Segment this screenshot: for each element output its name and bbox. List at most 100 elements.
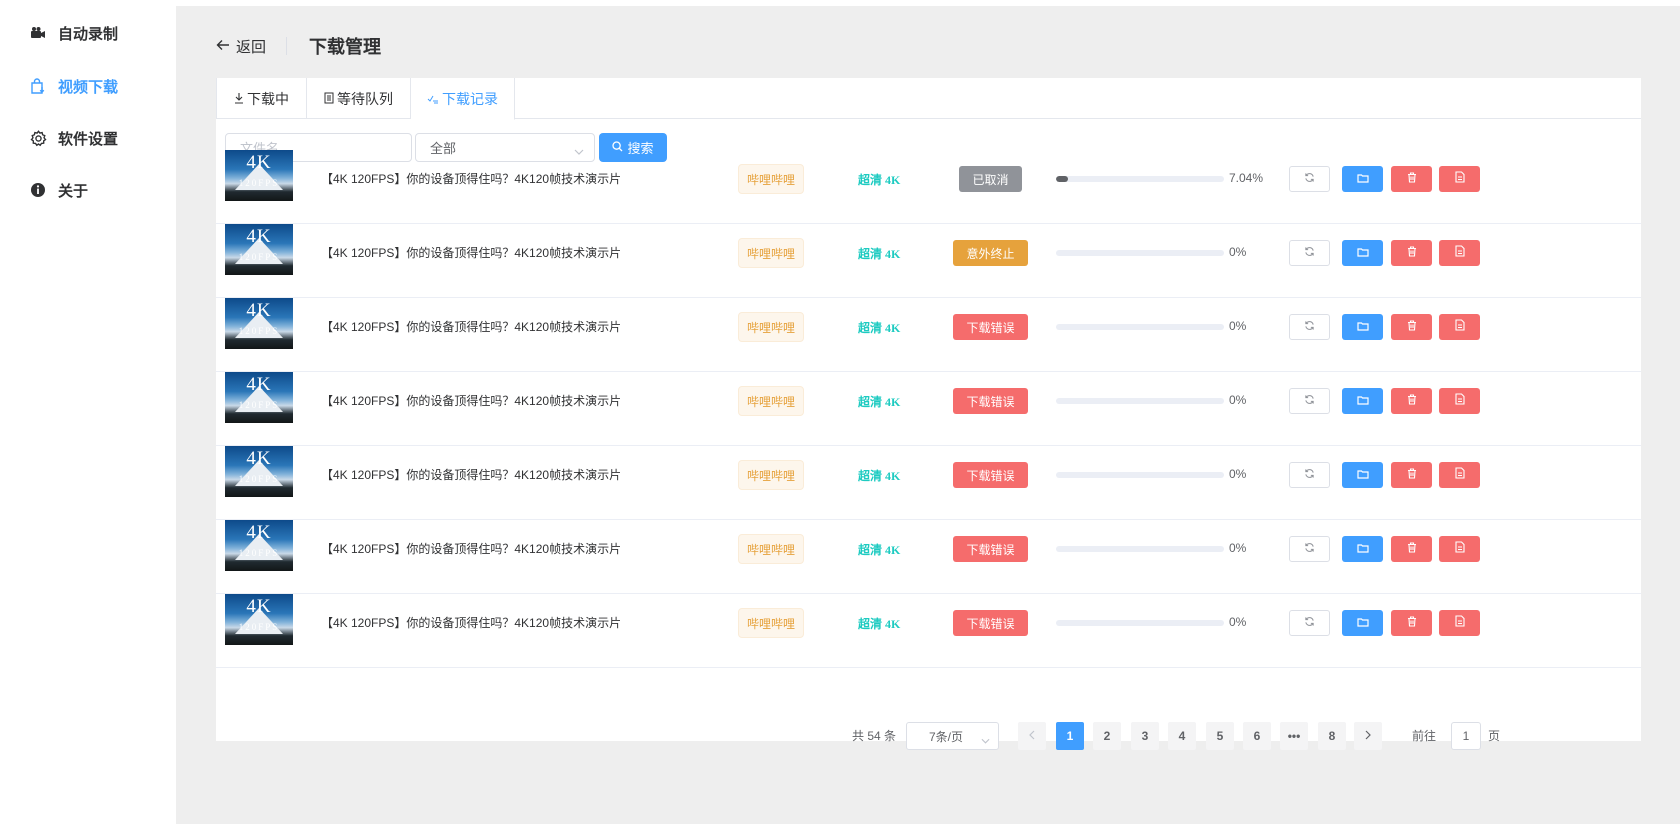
retry-button[interactable] <box>1289 388 1330 414</box>
refresh-icon <box>1304 466 1315 484</box>
sidebar-item-video-download[interactable]: 视频下载 <box>28 72 118 100</box>
page-number-button[interactable]: 8 <box>1318 722 1346 750</box>
refresh-icon <box>1304 244 1315 262</box>
site-tag: 哔哩哔哩 <box>738 238 804 268</box>
site-tag: 哔哩哔哩 <box>738 386 804 416</box>
video-thumbnail: 4K 120FPS <box>225 298 293 349</box>
status-badge: 已取消 <box>959 166 1022 192</box>
file-icon <box>1454 540 1465 558</box>
open-folder-button[interactable] <box>1342 536 1383 562</box>
page-number-button[interactable]: 5 <box>1206 722 1234 750</box>
folder-icon <box>1356 170 1369 188</box>
delete-button[interactable] <box>1391 610 1432 636</box>
open-file-button[interactable] <box>1439 536 1480 562</box>
page-ellipsis-button[interactable]: ••• <box>1280 722 1308 750</box>
delete-button[interactable] <box>1391 536 1432 562</box>
retry-button[interactable] <box>1289 536 1330 562</box>
table-row: 4K 120FPS 【4K 120FPS】你的设备顶得住吗？4K120帧技术演示片 哔… <box>216 520 1641 594</box>
site-tag: 哔哩哔哩 <box>738 460 804 490</box>
refresh-icon <box>1304 392 1315 410</box>
camera-icon <box>28 23 48 43</box>
quality-label: 超清 4K <box>858 321 901 335</box>
open-file-button[interactable] <box>1439 314 1480 340</box>
status-badge: 下载错误 <box>953 314 1028 340</box>
progress-percent: 0% <box>1229 615 1247 629</box>
folder-icon <box>1356 244 1369 262</box>
video-title: 【4K 120FPS】你的设备顶得住吗？4K120帧技术演示片 <box>321 542 622 556</box>
open-folder-button[interactable] <box>1342 314 1383 340</box>
open-folder-button[interactable] <box>1342 388 1383 414</box>
sidebar-item-about[interactable]: 关于 <box>28 176 88 204</box>
tab-waiting-queue[interactable]: 等待队列 <box>307 78 411 119</box>
page-size-select[interactable]: 7条/页 <box>906 722 999 750</box>
page-number-button[interactable]: 1 <box>1056 722 1084 750</box>
tab-downloading[interactable]: 下载中 <box>216 78 307 119</box>
status-badge: 下载错误 <box>953 462 1028 488</box>
retry-button[interactable] <box>1289 240 1330 266</box>
video-title: 【4K 120FPS】你的设备顶得住吗？4K120帧技术演示片 <box>321 394 622 408</box>
video-thumbnail: 4K 120FPS <box>225 150 293 201</box>
delete-button[interactable] <box>1391 314 1432 340</box>
page-number-button[interactable]: 2 <box>1093 722 1121 750</box>
status-badge: 下载错误 <box>953 536 1028 562</box>
open-file-button[interactable] <box>1439 240 1480 266</box>
progress-percent: 0% <box>1229 393 1247 407</box>
open-folder-button[interactable] <box>1342 462 1383 488</box>
download-card: 下载中 等待队列 下载记录 文件名 全部 搜索 4K 120FPS 【4K 12… <box>216 78 1641 741</box>
open-folder-button[interactable] <box>1342 166 1383 192</box>
folder-icon <box>1356 318 1369 336</box>
page-number-button[interactable]: 4 <box>1168 722 1196 750</box>
trash-icon <box>1407 170 1417 188</box>
tab-label: 下载记录 <box>442 90 498 107</box>
page-number-button[interactable]: 6 <box>1243 722 1271 750</box>
file-icon <box>1454 244 1465 262</box>
retry-button[interactable] <box>1289 314 1330 340</box>
progress-bar <box>1056 472 1224 478</box>
sidebar-item-label: 视频下载 <box>58 78 119 96</box>
next-page-button[interactable] <box>1354 722 1382 750</box>
video-thumbnail: 4K 120FPS <box>225 224 293 275</box>
prev-page-button[interactable] <box>1018 722 1046 750</box>
table-row: 4K 120FPS 【4K 120FPS】你的设备顶得住吗？4K120帧技术演示片 哔… <box>216 372 1641 446</box>
progress-bar <box>1056 398 1224 404</box>
refresh-icon <box>1304 540 1315 558</box>
progress-bar <box>1056 620 1224 626</box>
goto-label: 前往 <box>1412 729 1437 743</box>
quality-label: 超清 4K <box>858 617 901 631</box>
open-file-button[interactable] <box>1439 610 1480 636</box>
open-folder-button[interactable] <box>1342 610 1383 636</box>
trash-icon <box>1407 466 1417 484</box>
sidebar-item-settings[interactable]: 软件设置 <box>28 124 118 152</box>
tab-download-history[interactable]: 下载记录 <box>411 78 515 120</box>
delete-button[interactable] <box>1391 240 1432 266</box>
open-file-button[interactable] <box>1439 462 1480 488</box>
retry-button[interactable] <box>1289 610 1330 636</box>
file-icon <box>1454 614 1465 632</box>
delete-button[interactable] <box>1391 388 1432 414</box>
progress-bar <box>1056 324 1224 330</box>
progress-fill <box>1056 176 1068 182</box>
sidebar-item-auto-record[interactable]: 自动录制 <box>28 19 118 47</box>
open-file-button[interactable] <box>1439 388 1480 414</box>
delete-button[interactable] <box>1391 462 1432 488</box>
refresh-icon <box>1304 318 1315 336</box>
table-row: 4K 120FPS 【4K 120FPS】你的设备顶得住吗？4K120帧技术演示片 哔… <box>216 224 1641 298</box>
video-thumbnail: 4K 120FPS <box>225 594 293 645</box>
trash-icon <box>1407 540 1417 558</box>
back-button[interactable]: 返回 <box>216 36 266 57</box>
open-file-button[interactable] <box>1439 166 1480 192</box>
table-row: 4K 120FPS 【4K 120FPS】你的设备顶得住吗？4K120帧技术演示片 哔… <box>216 594 1641 668</box>
chevron-right-icon <box>1365 729 1371 743</box>
header-divider <box>286 37 288 55</box>
pagination-total: 共 54 条 <box>852 729 897 743</box>
open-folder-button[interactable] <box>1342 240 1383 266</box>
goto-page-input[interactable]: 1 <box>1451 722 1481 750</box>
trash-icon <box>1407 614 1417 632</box>
retry-button[interactable] <box>1289 166 1330 192</box>
page-number-button[interactable]: 3 <box>1131 722 1159 750</box>
gear-icon <box>28 128 48 148</box>
folder-icon <box>1356 392 1369 410</box>
retry-button[interactable] <box>1289 462 1330 488</box>
delete-button[interactable] <box>1391 166 1432 192</box>
folder-icon <box>1356 540 1369 558</box>
